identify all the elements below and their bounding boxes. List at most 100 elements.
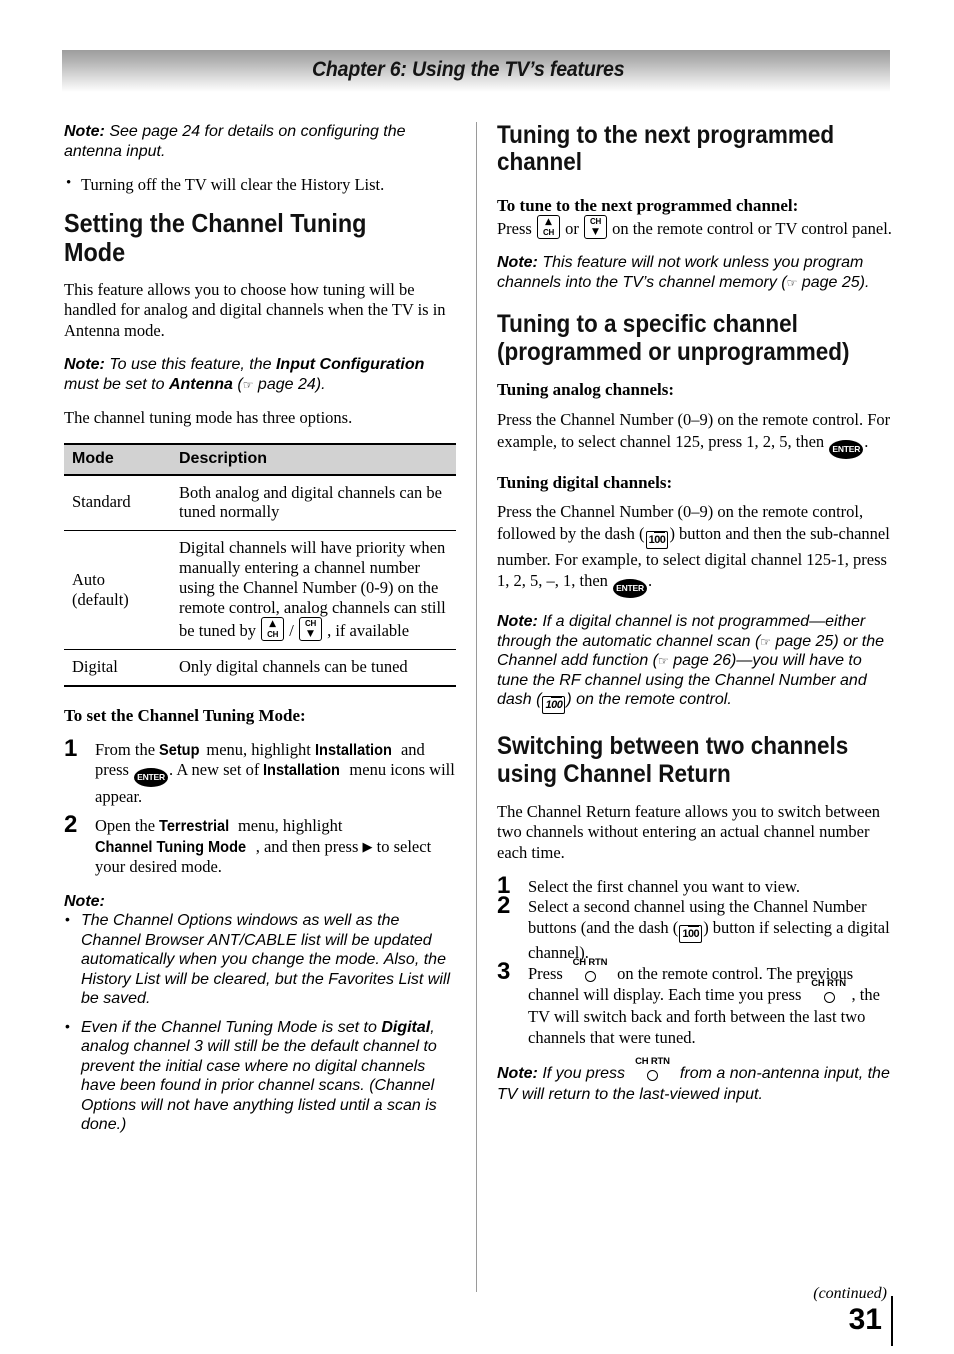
note-text-1: If you press — [537, 1064, 630, 1082]
pointing-hand-icon: ☞ — [786, 275, 798, 290]
ui-label-input-configuration: Input Configuration — [275, 356, 425, 374]
step-text-3: , and then press — [255, 836, 363, 856]
table-row: Digital Only digital channels can be tun… — [64, 649, 456, 688]
step-number: 2 — [64, 811, 78, 839]
heading-setting-channel-tuning-mode: Setting the Channel Tuning Mode — [64, 208, 367, 267]
channel-down-button-icon: CH ▼ — [298, 617, 322, 642]
note-text-2: must be set to — [64, 375, 169, 393]
page-number: 31 — [848, 1303, 882, 1336]
note-text-1: To use this feature, the — [104, 356, 276, 374]
note-bullet-2-text-1: Even if the Channel Tuning Mode is set t… — [81, 1018, 382, 1036]
ui-label-installation-2: Installation — [263, 762, 341, 780]
pointing-hand-icon: ☞ — [242, 377, 254, 392]
heading-to-set-channel-tuning-mode: To set the Channel Tuning Mode: — [64, 706, 306, 726]
note-label: Note: — [64, 123, 105, 140]
ch-label: CH — [542, 228, 554, 238]
step-2: 2 Select a second channel using the Chan… — [497, 892, 893, 963]
chapter-title: Chapter 6: Using the TV’s features — [312, 58, 625, 81]
heading-switching-channel-return: Switching between two channels using Cha… — [497, 732, 849, 788]
para-channel-return-feature: The Channel Return feature allows you to… — [497, 801, 881, 862]
bullet-history-list: Turning off the TV will clear the Histor… — [64, 174, 456, 195]
para-tuning-digital: Press the Channel Number (0–9) on the re… — [497, 501, 893, 599]
ch-rtn-label: CH RTN — [811, 978, 846, 990]
step-1: 1 Select the first channel you want to v… — [497, 873, 893, 897]
ui-label-installation: Installation — [314, 741, 392, 759]
ui-label-terrestrial: Terrestrial — [159, 818, 230, 836]
cell-mode-auto: Auto (default) — [64, 530, 173, 651]
step-text-4: . A new set of — [169, 760, 264, 780]
hundred-digits-00: 00 — [551, 697, 563, 712]
ui-label-channel-tuning-mode: Channel Tuning Mode — [95, 838, 247, 856]
ui-label-setup: Setup — [159, 741, 200, 759]
press-text-2: or — [560, 219, 583, 239]
note-antenna-text: See page 24 for details on configuring t… — [64, 123, 406, 160]
step-text-2: menu, highlight — [202, 739, 315, 759]
left-column: Note: See page 24 for details on configu… — [64, 122, 456, 1135]
para-three-options: The channel tuning mode has three option… — [64, 408, 353, 428]
para-press-ch-buttons: Press ▲ CH or CH ▼ on the remote control o… — [497, 215, 893, 240]
ui-label-antenna: Antenna — [168, 375, 233, 393]
step-text-1: Open the — [95, 816, 160, 836]
press-text-3: on the remote control or TV control pane… — [607, 219, 892, 239]
note-text-2: page 25). — [797, 273, 870, 291]
note-digital-not-programmed: Note: If a digital channel is not progra… — [497, 612, 893, 715]
dash-100-button-icon: 100 — [645, 530, 669, 549]
cell-description-standard: Both analog and digital channels can be … — [173, 474, 456, 532]
press-text-1: Press — [497, 219, 536, 239]
right-arrow-icon: ▶ — [362, 839, 373, 855]
step-1: 1 From the Setup menu, highlight Install… — [64, 734, 456, 808]
pointing-hand-icon: ☞ — [658, 654, 669, 669]
heading-tuning-specific-channel: Tuning to a specific channel (programmed… — [497, 310, 850, 366]
footer-continued-label: (continued) — [813, 1285, 887, 1302]
channel-down-button-icon: CH ▼ — [583, 215, 607, 240]
para-feature-description: This feature allows you to choose how tu… — [64, 280, 446, 340]
heading-tuning-next-programmed-channel: Tuning to the next programmed channel — [497, 121, 835, 177]
note-label: Note: — [497, 613, 538, 631]
note-antenna-input: Note: See page 24 for details on configu… — [64, 122, 456, 161]
hundred-digits-00: 00 — [687, 925, 700, 940]
step-2: 2 Open the Terrestrial menu, highlight C… — [64, 811, 456, 877]
ch-rtn-button-icon: CH RTN — [568, 958, 612, 982]
enter-button-icon: ENTER — [829, 439, 864, 459]
note-text-3: ( — [232, 375, 243, 393]
note-bullet-1: The Channel Options windows as well as t… — [64, 911, 456, 1009]
column-header-description: Description — [173, 442, 456, 476]
dash-100-button-icon: 100 — [679, 924, 703, 943]
ch-rtn-button-icon: CH RTN — [807, 979, 851, 1004]
footer-vertical-rule — [891, 1296, 893, 1346]
analog-text-2: . — [864, 431, 869, 451]
step-number: 2 — [497, 892, 511, 920]
step-3: 3 Press CH RTN on the remote control. Th… — [497, 958, 893, 1049]
cell-description-digital: Only digital channels can be tuned — [173, 649, 456, 688]
subheading-tuning-digital-channels: Tuning digital channels: — [497, 472, 673, 492]
pointing-hand-icon: ☞ — [760, 634, 772, 649]
note-label-standalone: Note: — [64, 892, 456, 912]
enter-button-icon: ENTER — [134, 768, 169, 788]
step-number: 1 — [64, 734, 78, 762]
note-label: Note: — [64, 892, 105, 910]
ch-rtn-circle — [584, 971, 596, 982]
step-number: 3 — [497, 958, 511, 985]
step-text-2: menu, highlight — [233, 816, 343, 836]
ch-label: CH — [267, 630, 279, 640]
digital-text-3: . — [648, 571, 653, 591]
up-triangle-icon: ▲ — [545, 217, 552, 228]
right-column: Tuning to the next programmed channel To… — [497, 121, 893, 1106]
step-text-1: From the — [95, 739, 160, 759]
cell-mode-auto-line2: (default) — [72, 589, 129, 609]
hundred-digits-00: 00 — [654, 531, 666, 546]
subheading-to-tune-next: To tune to the next programmed channel: — [497, 195, 799, 215]
channel-tuning-mode-table: Mode Description Standard Both analog an… — [64, 442, 456, 688]
column-divider — [476, 122, 477, 1292]
note-label: Note: — [497, 254, 538, 272]
table-row: Standard Both analog and digital channel… — [64, 474, 456, 532]
ch-rtn-circle — [823, 992, 835, 1004]
cell-mode-auto-line1: Auto — [72, 569, 105, 589]
cell-mode-standard: Standard — [64, 474, 173, 532]
ch-rtn-button-icon: CH RTN — [630, 1056, 674, 1081]
table-row: Auto (default) Digital channels will hav… — [64, 530, 456, 651]
ch-rtn-label: CH RTN — [572, 957, 608, 968]
subheading-tuning-analog-channels: Tuning analog channels: — [497, 379, 674, 399]
table-header-row: Mode Description — [64, 442, 456, 476]
step-text: Select the first channel you want to vie… — [528, 876, 801, 896]
